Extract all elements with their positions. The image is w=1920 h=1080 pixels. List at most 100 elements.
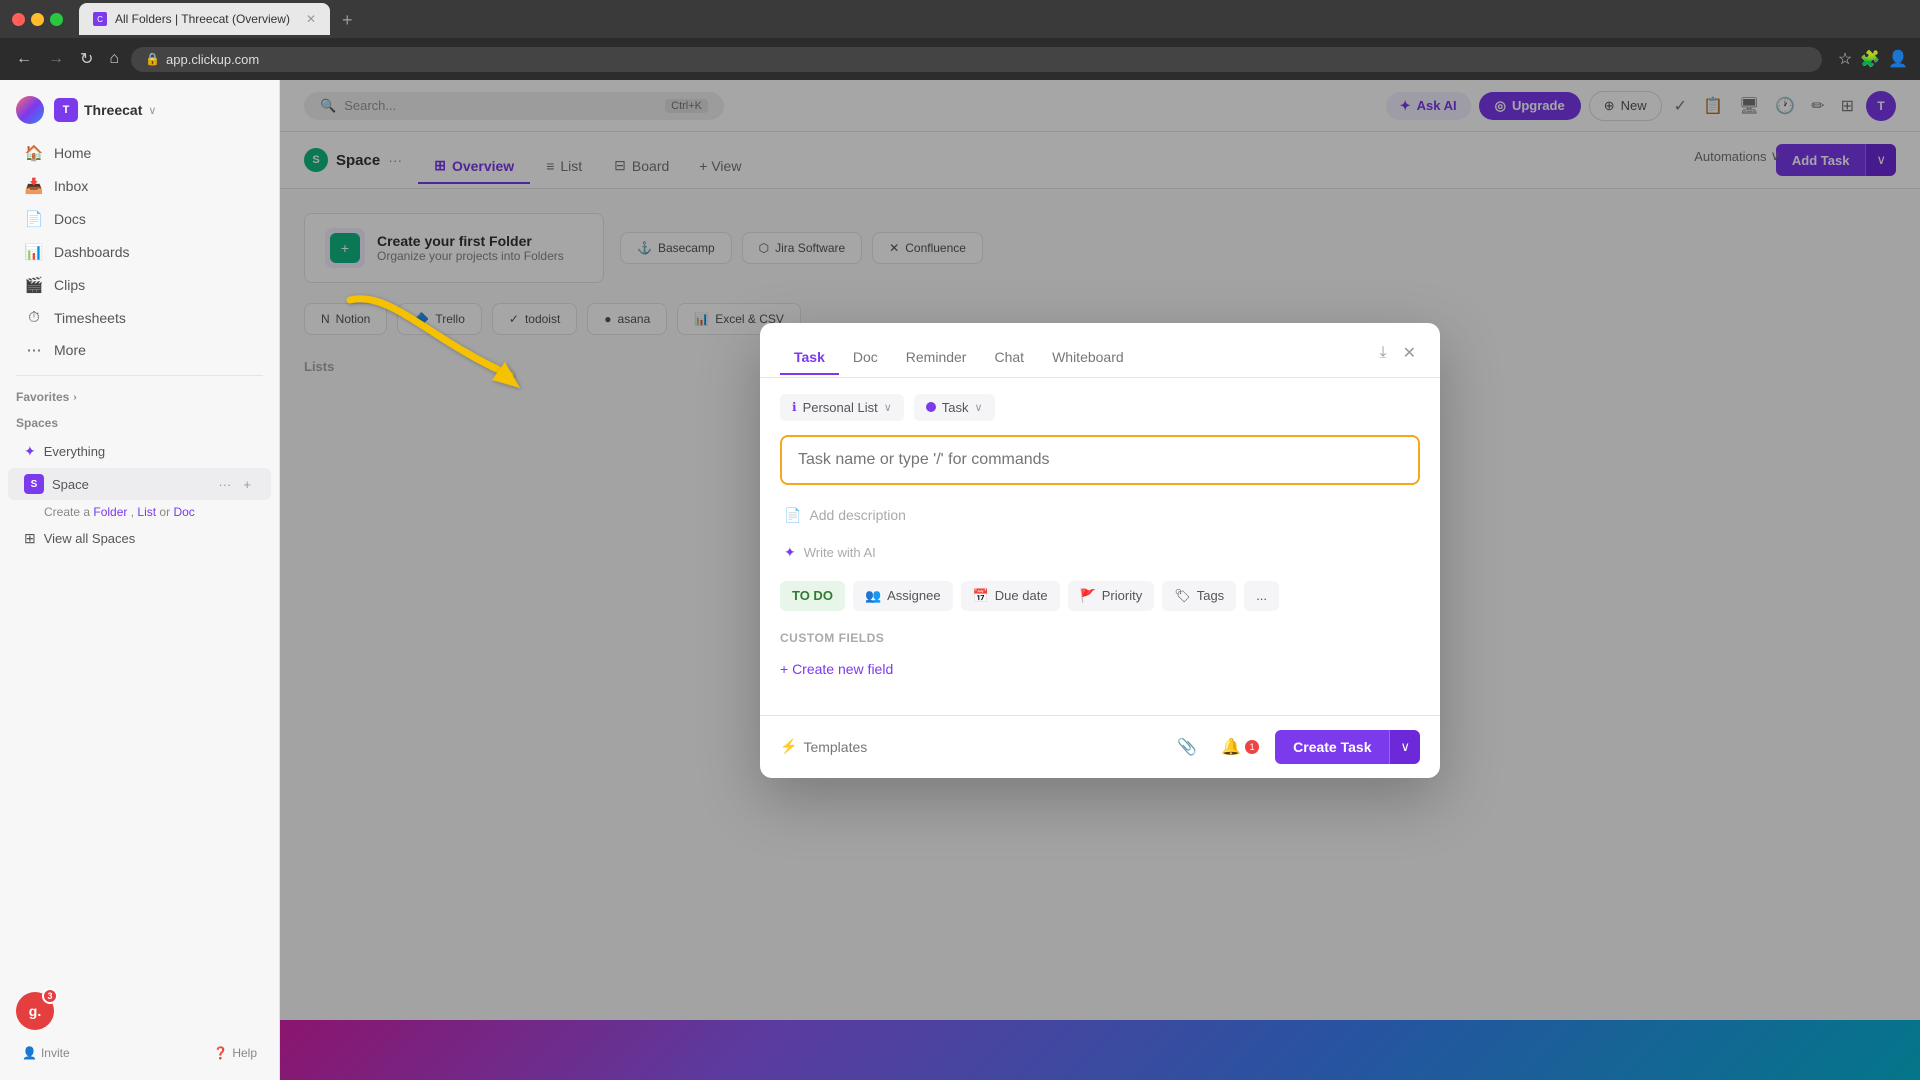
task-type-selector[interactable]: Task ∨ — [914, 394, 995, 421]
priority-icon: 🚩 — [1080, 588, 1096, 604]
sidebar-item-docs[interactable]: 📄 Docs — [8, 203, 271, 235]
sidebar-item-home[interactable]: 🏠 Home — [8, 137, 271, 169]
favorites-section-label[interactable]: Favorites › — [0, 384, 279, 410]
notification-button[interactable]: 🔔 1 — [1213, 733, 1267, 761]
help-button[interactable]: ❓ Help — [207, 1042, 263, 1064]
calendar-icon: 📅 — [973, 588, 989, 604]
profile-icon[interactable]: 👤 — [1888, 49, 1908, 69]
modal-selectors: ℹ Personal List ∨ Task ∨ — [780, 394, 1420, 421]
task-actions-row: TO DO 👥 Assignee 📅 Due date 🚩 Priority — [780, 581, 1420, 611]
create-task-chevron[interactable]: ∨ — [1389, 730, 1420, 764]
back-button[interactable]: ← — [12, 46, 36, 72]
help-icon: ❓ — [213, 1046, 228, 1060]
maximize-light[interactable] — [50, 13, 63, 26]
bookmark-icon[interactable]: ☆ — [1838, 49, 1852, 69]
modal-body: ℹ Personal List ∨ Task ∨ — [760, 378, 1440, 715]
app-logo — [16, 96, 44, 124]
active-tab[interactable]: C All Folders | Threecat (Overview) ✕ — [79, 3, 330, 35]
minimize-modal-button[interactable]: ⤓ — [1376, 340, 1391, 366]
main-content: 🔍 Search... Ctrl+K ✦ Ask AI ◎ Upgrade ⊕ … — [280, 80, 1920, 1080]
personal-list-selector[interactable]: ℹ Personal List ∨ — [780, 394, 904, 421]
create-links: Create a Folder , List or Doc — [0, 501, 279, 523]
address-bar[interactable]: 🔒 app.clickup.com — [131, 47, 1822, 72]
browser-tabs: C All Folders | Threecat (Overview) ✕ + — [79, 3, 363, 35]
arrow-annotation — [330, 280, 570, 425]
task-name-input[interactable] — [780, 435, 1420, 485]
close-light[interactable] — [12, 13, 25, 26]
grid-icon: ⊞ — [24, 530, 36, 547]
invite-button[interactable]: 👤 Invite — [16, 1042, 76, 1064]
personal-list-icon: ℹ — [792, 400, 797, 414]
task-type-dot — [926, 402, 936, 412]
new-tab-button[interactable]: + — [332, 6, 363, 35]
workspace-header[interactable]: T Threecat ∨ — [54, 98, 156, 122]
home-button[interactable]: ⌂ — [105, 46, 123, 72]
priority-button[interactable]: 🚩 Priority — [1068, 581, 1155, 611]
custom-fields-label: Custom Fields — [780, 631, 1420, 645]
create-task-modal: Task Doc Reminder Chat Whiteboard — [760, 323, 1440, 778]
create-doc-link[interactable]: Doc — [173, 505, 194, 519]
minimize-light[interactable] — [31, 13, 44, 26]
modal-header: Task Doc Reminder Chat Whiteboard — [760, 323, 1440, 378]
description-icon: 📄 — [784, 507, 801, 524]
address-bar-row: ← → ↻ ⌂ 🔒 app.clickup.com ☆ 🧩 👤 — [0, 38, 1920, 80]
add-description-row[interactable]: 📄 Add description — [780, 499, 1420, 532]
assignee-button[interactable]: 👥 Assignee — [853, 581, 953, 611]
user-badge: 3 — [42, 988, 58, 1004]
sidebar-item-timesheets[interactable]: ⏱ Timesheets — [8, 302, 271, 333]
write-with-ai-row[interactable]: ✦ Write with AI — [780, 536, 1420, 569]
traffic-lights — [12, 13, 63, 26]
extensions-icon[interactable]: 🧩 — [1860, 49, 1880, 69]
attachment-button[interactable]: 📎 — [1169, 733, 1205, 761]
sidebar-item-space[interactable]: S Space ··· + — [8, 468, 271, 500]
inbox-icon: 📥 — [24, 177, 44, 195]
tags-icon: 🏷 — [1174, 588, 1191, 604]
modal-tab-reminder[interactable]: Reminder — [892, 341, 981, 375]
create-task-button[interactable]: Create Task — [1275, 730, 1389, 764]
status-button[interactable]: TO DO — [780, 581, 845, 611]
due-date-button[interactable]: 📅 Due date — [961, 581, 1060, 611]
sidebar-item-more[interactable]: ⋯ More — [8, 334, 271, 366]
modal-tab-chat[interactable]: Chat — [980, 341, 1038, 375]
modal-tab-doc[interactable]: Doc — [839, 341, 892, 375]
sidebar-item-dashboards[interactable]: 📊 Dashboards — [8, 236, 271, 268]
sidebar-item-everything[interactable]: ✦ Everything — [8, 437, 271, 466]
custom-fields-section: Custom Fields + Create new field — [780, 631, 1420, 683]
workspace-name: Threecat — [84, 102, 142, 118]
forward-button[interactable]: → — [44, 46, 68, 72]
space-icon: S — [24, 474, 44, 494]
templates-icon: ⚡ — [780, 738, 797, 755]
space-more-btn[interactable]: ··· — [214, 475, 235, 494]
workspace-avatar: T — [54, 98, 78, 122]
view-all-spaces[interactable]: ⊞ View all Spaces — [8, 524, 271, 553]
create-new-field-button[interactable]: + Create new field — [780, 655, 893, 683]
close-modal-button[interactable]: ✕ — [1399, 339, 1420, 367]
home-icon: 🏠 — [24, 144, 44, 162]
modal-tab-task[interactable]: Task — [780, 341, 839, 375]
spaces-section-label[interactable]: Spaces — [0, 410, 279, 436]
create-list-link[interactable]: List — [137, 505, 156, 519]
sidebar-nav: 🏠 Home 📥 Inbox 📄 Docs 📊 Dashboards 🎬 Cli… — [0, 136, 279, 367]
modal-footer: ⚡ Templates 📎 🔔 1 Create Task ∨ — [760, 715, 1440, 778]
dashboards-icon: 📊 — [24, 243, 44, 261]
notification-badge: 1 — [1245, 740, 1259, 754]
docs-icon: 📄 — [24, 210, 44, 228]
modal-tab-whiteboard[interactable]: Whiteboard — [1038, 341, 1138, 375]
sidebar-item-clips[interactable]: 🎬 Clips — [8, 269, 271, 301]
timesheets-icon: ⏱ — [24, 309, 44, 326]
more-actions-button[interactable]: ... — [1244, 581, 1279, 611]
footer-actions: 📎 🔔 1 Create Task ∨ — [1169, 730, 1420, 764]
tags-button[interactable]: 🏷 Tags — [1162, 581, 1236, 611]
create-task-button-group: Create Task ∨ — [1275, 730, 1420, 764]
sidebar: T Threecat ∨ 🏠 Home 📥 Inbox 📄 Docs 📊 Das… — [0, 80, 280, 1080]
user-avatar[interactable]: g. 3 — [16, 992, 54, 1030]
create-folder-link[interactable]: Folder — [93, 505, 127, 519]
invite-icon: 👤 — [22, 1046, 37, 1060]
templates-button[interactable]: ⚡ Templates — [780, 738, 867, 755]
sidebar-item-inbox[interactable]: 📥 Inbox — [8, 170, 271, 202]
more-icon: ⋯ — [24, 341, 44, 359]
modal-overlay[interactable]: Task Doc Reminder Chat Whiteboard — [280, 80, 1920, 1080]
reload-button[interactable]: ↻ — [76, 45, 97, 73]
everything-icon: ✦ — [24, 443, 36, 460]
space-add-btn[interactable]: + — [239, 475, 255, 494]
